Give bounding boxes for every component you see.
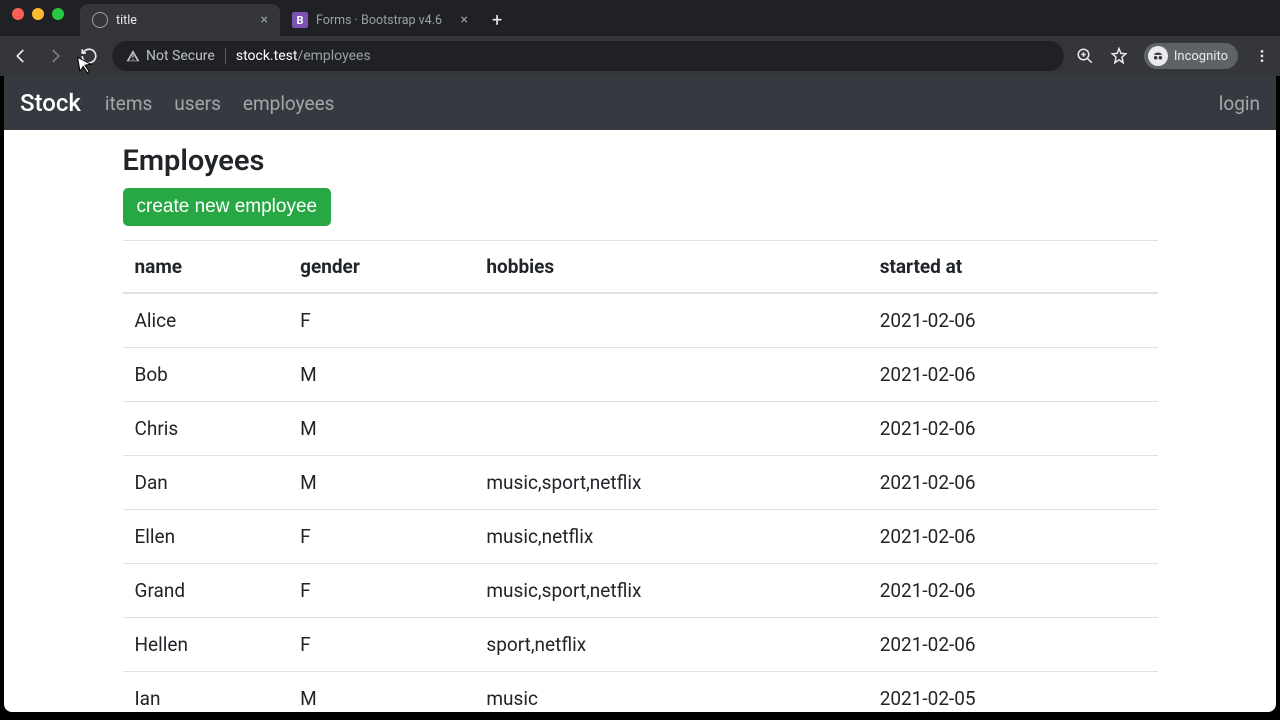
cell-gender: F	[288, 293, 474, 348]
table-row: DanMmusic,sport,netflix2021-02-06	[123, 456, 1158, 510]
tab-title: title	[116, 13, 137, 28]
col-header-started: started at	[868, 241, 1158, 294]
cell-gender: M	[288, 456, 474, 510]
window-zoom-button[interactable]	[52, 8, 64, 20]
close-icon[interactable]: ×	[261, 12, 268, 28]
cell-started: 2021-02-06	[868, 402, 1158, 456]
browser-toolbar: Not Secure stock.test/employees Incognit…	[0, 36, 1280, 76]
security-warning: Not Secure	[126, 48, 215, 64]
nav-link-employees[interactable]: employees	[243, 92, 335, 115]
window-close-button[interactable]	[12, 8, 24, 20]
table-body: AliceF2021-02-06BobM2021-02-06ChrisM2021…	[123, 293, 1158, 712]
table-row: EllenFmusic,netflix2021-02-06	[123, 510, 1158, 564]
incognito-icon	[1148, 46, 1168, 66]
cell-started: 2021-02-06	[868, 348, 1158, 402]
window-minimize-button[interactable]	[32, 8, 44, 20]
app-navbar: Stock items users employees login	[4, 76, 1276, 130]
warning-icon	[126, 49, 140, 63]
cell-started: 2021-02-06	[868, 618, 1158, 672]
cell-gender: M	[288, 348, 474, 402]
cell-name: Ellen	[123, 510, 289, 564]
table-row: AliceF 2021-02-06	[123, 293, 1158, 348]
cell-started: 2021-02-06	[868, 293, 1158, 348]
cell-hobbies: music,sport,netflix	[474, 456, 867, 510]
menu-icon[interactable]	[1254, 48, 1270, 64]
cell-hobbies: sport,netflix	[474, 618, 867, 672]
cell-gender: F	[288, 510, 474, 564]
cell-name: Ian	[123, 672, 289, 713]
cell-started: 2021-02-05	[868, 672, 1158, 713]
employees-table: name gender hobbies started at AliceF202…	[123, 240, 1158, 712]
cell-hobbies	[474, 293, 867, 348]
cell-gender: F	[288, 618, 474, 672]
brand[interactable]: Stock	[20, 89, 81, 117]
address-bar[interactable]: Not Secure stock.test/employees	[112, 41, 1064, 71]
col-header-hobbies: hobbies	[474, 241, 867, 294]
tab-title: Forms · Bootstrap v4.6	[316, 13, 442, 28]
table-row: BobM 2021-02-06	[123, 348, 1158, 402]
bookmark-icon[interactable]	[1110, 47, 1128, 65]
cell-gender: F	[288, 564, 474, 618]
nav-right: login	[1219, 92, 1260, 115]
cell-started: 2021-02-06	[868, 456, 1158, 510]
cell-name: Hellen	[123, 618, 289, 672]
close-icon[interactable]: ×	[461, 12, 468, 28]
cell-hobbies: music	[474, 672, 867, 713]
globe-icon	[92, 12, 108, 28]
cell-hobbies	[474, 402, 867, 456]
forward-button[interactable]	[44, 45, 66, 67]
cell-gender: M	[288, 672, 474, 713]
cell-hobbies: music,netflix	[474, 510, 867, 564]
cell-name: Grand	[123, 564, 289, 618]
nav-link-items[interactable]: items	[105, 92, 152, 115]
col-header-gender: gender	[288, 241, 474, 294]
table-row: GrandFmusic,sport,netflix2021-02-06	[123, 564, 1158, 618]
create-employee-button[interactable]: create new employee	[123, 188, 332, 226]
back-button[interactable]	[10, 45, 32, 67]
nav-link-login[interactable]: login	[1219, 92, 1260, 115]
cell-hobbies	[474, 348, 867, 402]
table-row: ChrisM 2021-02-06	[123, 402, 1158, 456]
toolbar-right: Incognito	[1076, 43, 1270, 69]
page-viewport: Stock items users employees login Employ…	[4, 76, 1276, 712]
zoom-icon[interactable]	[1076, 47, 1094, 65]
cell-name: Dan	[123, 456, 289, 510]
reload-button[interactable]	[78, 45, 100, 67]
main-container: Employees create new employee name gende…	[123, 130, 1158, 712]
bootstrap-icon: B	[292, 12, 308, 28]
cell-name: Alice	[123, 293, 289, 348]
window-controls	[12, 8, 64, 20]
nav-link-users[interactable]: users	[174, 92, 221, 115]
table-row: HellenFsport,netflix2021-02-06	[123, 618, 1158, 672]
col-header-name: name	[123, 241, 289, 294]
table-row: IanMmusic2021-02-05	[123, 672, 1158, 713]
url-text: stock.test/employees	[236, 48, 371, 64]
security-label: Not Secure	[146, 48, 215, 64]
cell-name: Chris	[123, 402, 289, 456]
incognito-badge[interactable]: Incognito	[1144, 43, 1238, 69]
incognito-label: Incognito	[1174, 49, 1228, 64]
cell-hobbies: music,sport,netflix	[474, 564, 867, 618]
new-tab-button[interactable]: +	[480, 4, 514, 36]
browser-tab-active[interactable]: title ×	[80, 4, 280, 36]
nav-links: items users employees	[105, 92, 335, 115]
browser-tab-strip: title × B Forms · Bootstrap v4.6 × +	[0, 0, 1280, 36]
cell-name: Bob	[123, 348, 289, 402]
separator	[225, 48, 226, 64]
cell-gender: M	[288, 402, 474, 456]
table-header-row: name gender hobbies started at	[123, 241, 1158, 294]
cell-started: 2021-02-06	[868, 564, 1158, 618]
page-title: Employees	[123, 144, 1158, 178]
browser-tab-inactive[interactable]: B Forms · Bootstrap v4.6 ×	[280, 4, 480, 36]
cell-started: 2021-02-06	[868, 510, 1158, 564]
